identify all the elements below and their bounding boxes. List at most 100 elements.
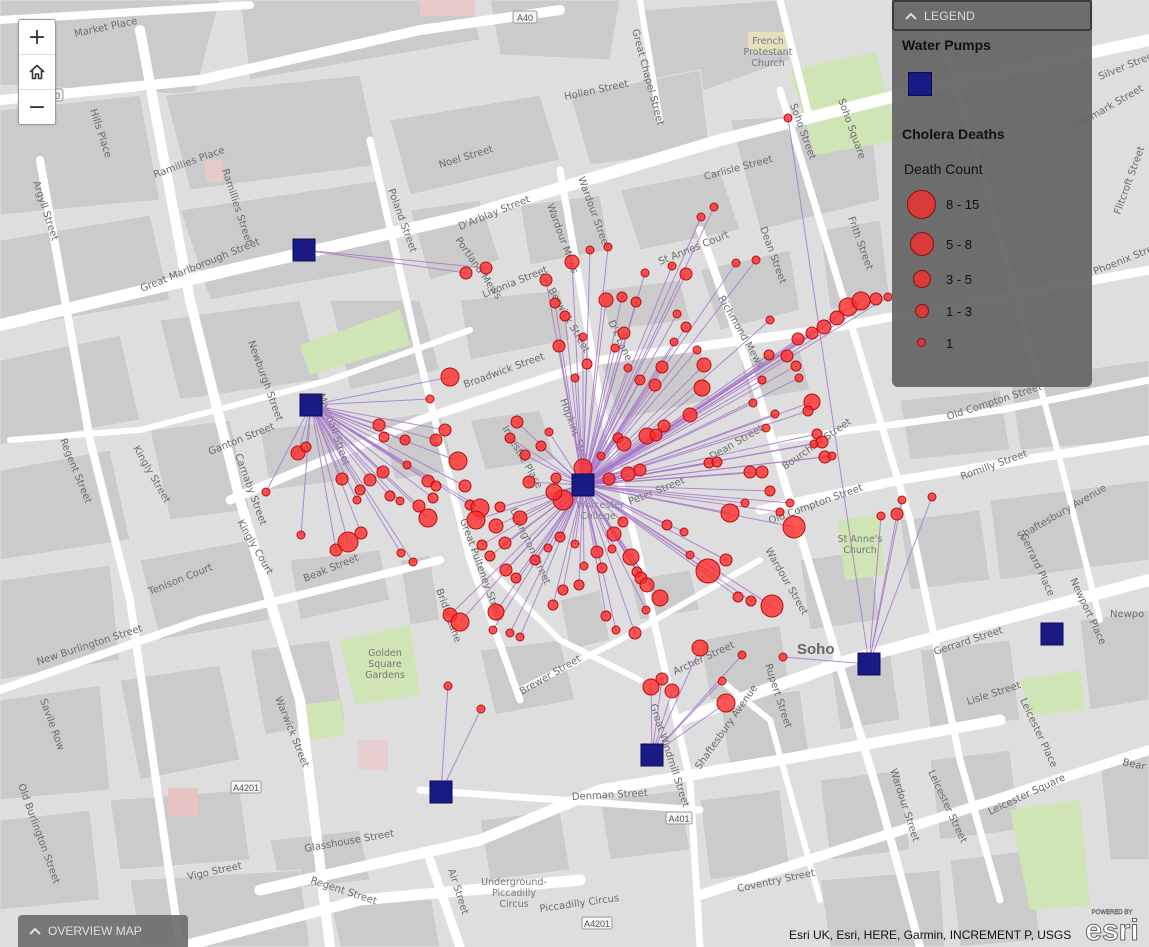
cholera-death-marker[interactable]: [519, 449, 531, 461]
cholera-death-marker[interactable]: [408, 557, 418, 567]
cholera-death-marker[interactable]: [719, 553, 733, 567]
cholera-death-marker[interactable]: [641, 605, 651, 615]
cholera-death-marker[interactable]: [450, 612, 470, 632]
cholera-death-marker[interactable]: [484, 550, 496, 562]
cholera-death-marker[interactable]: [606, 526, 622, 542]
cholera-death-marker[interactable]: [494, 501, 506, 513]
cholera-death-marker[interactable]: [655, 360, 669, 374]
cholera-death-marker[interactable]: [396, 548, 406, 558]
cholera-death-marker[interactable]: [616, 291, 628, 303]
cholera-death-marker[interactable]: [596, 562, 608, 574]
cholera-death-marker[interactable]: [372, 418, 386, 432]
water-pump-marker[interactable]: [429, 780, 453, 804]
cholera-death-marker[interactable]: [429, 433, 443, 447]
cholera-death-marker[interactable]: [737, 650, 747, 660]
cholera-death-marker[interactable]: [579, 561, 589, 571]
cholera-death-marker[interactable]: [655, 672, 669, 686]
cholera-death-marker[interactable]: [378, 431, 390, 443]
cholera-death-marker[interactable]: [679, 267, 693, 281]
cholera-death-marker[interactable]: [680, 321, 692, 333]
cholera-death-marker[interactable]: [535, 440, 547, 452]
cholera-death-marker[interactable]: [512, 510, 528, 526]
cholera-death-marker[interactable]: [780, 349, 794, 363]
cholera-death-marker[interactable]: [570, 373, 580, 383]
cholera-death-marker[interactable]: [427, 492, 439, 504]
cholera-death-marker[interactable]: [617, 516, 629, 528]
cholera-death-marker[interactable]: [757, 375, 767, 385]
cholera-death-marker[interactable]: [717, 676, 727, 686]
cholera-death-marker[interactable]: [711, 456, 723, 468]
cholera-death-marker[interactable]: [623, 363, 633, 373]
cholera-death-marker[interactable]: [927, 492, 937, 502]
cholera-death-marker[interactable]: [691, 639, 709, 657]
legend-toggle[interactable]: LEGEND: [892, 0, 1092, 31]
cholera-death-marker[interactable]: [716, 693, 736, 713]
cholera-death-marker[interactable]: [897, 495, 907, 505]
cholera-death-marker[interactable]: [633, 463, 647, 477]
cholera-death-marker[interactable]: [552, 339, 566, 353]
cholera-death-marker[interactable]: [648, 378, 662, 392]
cholera-death-marker[interactable]: [607, 544, 617, 554]
cholera-death-marker[interactable]: [790, 360, 802, 372]
cholera-death-marker[interactable]: [296, 530, 306, 540]
cholera-death-marker[interactable]: [448, 451, 468, 471]
cholera-death-marker[interactable]: [763, 349, 775, 361]
cholera-death-marker[interactable]: [510, 572, 522, 584]
cholera-death-marker[interactable]: [764, 485, 776, 497]
cholera-death-marker[interactable]: [695, 558, 721, 584]
cholera-death-marker[interactable]: [760, 594, 784, 618]
cholera-death-marker[interactable]: [661, 519, 673, 531]
cholera-death-marker[interactable]: [261, 487, 271, 497]
cholera-death-marker[interactable]: [504, 432, 516, 444]
cholera-death-marker[interactable]: [611, 625, 621, 635]
cholera-death-marker[interactable]: [598, 292, 614, 308]
cholera-death-marker[interactable]: [685, 550, 695, 560]
water-pump-marker[interactable]: [299, 393, 323, 417]
cholera-death-marker[interactable]: [547, 599, 559, 611]
cholera-death-marker[interactable]: [458, 479, 472, 493]
home-button[interactable]: [19, 55, 55, 90]
cholera-death-marker[interactable]: [505, 628, 515, 638]
zoom-out-button[interactable]: −: [19, 90, 55, 124]
cholera-death-marker[interactable]: [669, 337, 679, 347]
cholera-death-marker[interactable]: [809, 439, 819, 449]
cholera-death-marker[interactable]: [696, 212, 706, 222]
cholera-death-marker[interactable]: [585, 245, 595, 255]
cholera-death-marker[interactable]: [499, 563, 513, 577]
cholera-death-marker[interactable]: [498, 536, 512, 550]
cholera-death-marker[interactable]: [440, 367, 460, 387]
cholera-death-marker[interactable]: [596, 451, 606, 461]
zoom-in-button[interactable]: +: [19, 20, 55, 55]
cholera-death-marker[interactable]: [617, 326, 631, 340]
cholera-death-marker[interactable]: [402, 460, 412, 470]
cholera-death-marker[interactable]: [395, 496, 405, 506]
cholera-death-marker[interactable]: [883, 292, 893, 302]
cholera-death-marker[interactable]: [376, 465, 390, 479]
cholera-death-marker[interactable]: [622, 548, 640, 566]
cholera-death-marker[interactable]: [748, 398, 758, 408]
cholera-death-marker[interactable]: [640, 268, 650, 278]
cholera-death-marker[interactable]: [550, 472, 562, 484]
cholera-death-marker[interactable]: [352, 495, 362, 505]
cholera-death-marker[interactable]: [581, 358, 593, 370]
cholera-death-marker[interactable]: [544, 427, 554, 437]
cholera-death-marker[interactable]: [590, 545, 604, 559]
cholera-death-marker[interactable]: [778, 652, 788, 662]
cholera-death-marker[interactable]: [300, 441, 312, 453]
cholera-death-marker[interactable]: [770, 409, 780, 419]
water-pump-marker[interactable]: [857, 652, 881, 676]
cholera-death-marker[interactable]: [487, 603, 505, 621]
cholera-death-marker[interactable]: [620, 466, 636, 482]
cholera-death-marker[interactable]: [488, 518, 504, 534]
cholera-death-marker[interactable]: [600, 610, 612, 622]
cholera-death-marker[interactable]: [399, 434, 411, 446]
cholera-death-marker[interactable]: [610, 343, 620, 353]
cholera-death-marker[interactable]: [794, 373, 804, 383]
cholera-death-marker[interactable]: [539, 273, 553, 287]
cholera-death-marker[interactable]: [634, 374, 646, 386]
cholera-death-marker[interactable]: [628, 626, 642, 640]
cholera-death-marker[interactable]: [802, 405, 814, 417]
cholera-death-marker[interactable]: [510, 415, 524, 429]
cholera-death-marker[interactable]: [740, 498, 750, 508]
cholera-death-marker[interactable]: [649, 428, 663, 442]
